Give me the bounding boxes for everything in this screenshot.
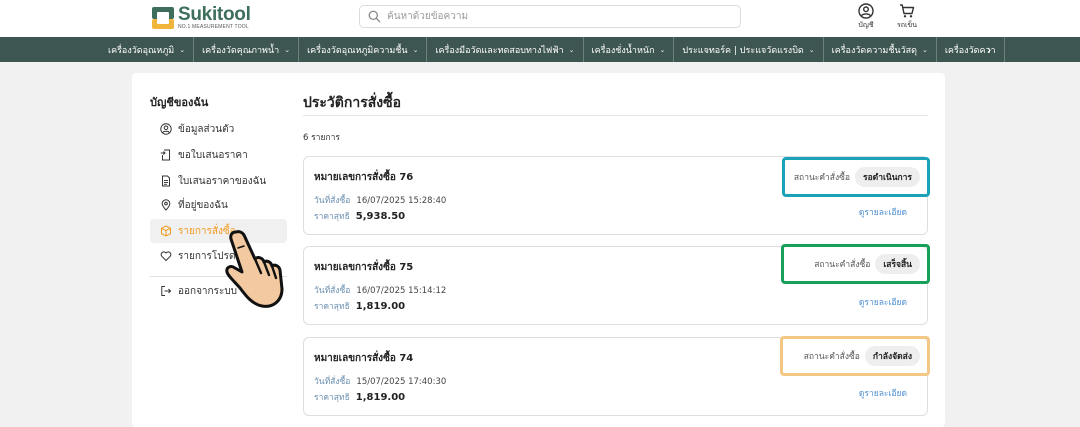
nav-item[interactable]: เครื่องวัดคุณภาพน้ำ ⌄ [194, 37, 300, 62]
order-number: หมายเลขการสั่งซื้อ 74 [314, 353, 414, 364]
account-label: บัญชี [858, 21, 874, 29]
status-label: สถานะคำสั่งซื้อ [793, 173, 851, 183]
sidebar-item-request-quote[interactable]: ขอใบเสนอราคา [150, 143, 287, 167]
brand-logo[interactable]: Sukitool NO.1 MEASUREMENT TOOL [152, 5, 251, 30]
status-badge: รอดำเนินการ [855, 167, 920, 187]
category-nav: เครื่องวัดอุณหภูมิ ⌄ เครื่องวัดคุณภาพน้ำ ⌄… [0, 37, 1080, 62]
order-date: วันที่สั่งซื้อ 15/07/2025 17:40:30 [314, 377, 447, 387]
logo-mark-icon [152, 6, 174, 29]
order-card: หมายเลขการสั่งซื้อ 75 วันที่สั่งซื้อ 16/0… [303, 244, 930, 325]
chevron-right-icon[interactable]: › [982, 37, 996, 62]
title-divider [303, 115, 928, 116]
nav-item[interactable]: เครื่องวัดอุณหภูมิ ⌄ [100, 37, 195, 62]
nav-item[interactable]: เครื่องชั่งน้ำหนัก ⌄ [584, 37, 675, 62]
user-circle-icon [160, 123, 172, 135]
sidebar-item-profile[interactable]: ข้อมูลส่วนตัว [150, 117, 287, 141]
order-price: ราคาสุทธิ 1,819.00 [314, 301, 406, 312]
sidebar-item-label: ที่อยู่ของฉัน [178, 199, 228, 211]
search-input[interactable] [387, 11, 727, 22]
search-icon [368, 10, 381, 23]
order-count: 6 รายการ [303, 133, 340, 143]
cart-icon [900, 4, 915, 18]
page-title: ประวัติการสั่งซื้อ [303, 95, 402, 111]
cart-button[interactable]: รถเข็น [892, 3, 922, 31]
sidebar-item-addresses[interactable]: ที่อยู่ของฉัน [150, 193, 287, 217]
order-number: หมายเลขการสั่งซื้อ 75 [314, 262, 414, 273]
account-button[interactable]: บัญชี [851, 3, 881, 31]
heart-icon [160, 251, 172, 261]
chevron-down-icon: ⌄ [921, 45, 928, 54]
pointing-hand-cursor-icon [225, 230, 284, 308]
view-details-link[interactable]: ดูรายละเอียด [859, 205, 907, 219]
status-highlight: สถานะคำสั่งซื้อ รอดำเนินการ [782, 157, 930, 197]
nav-item[interactable]: เครื่องมือวัดและทดสอบทางไฟฟ้า ⌄ [427, 37, 584, 62]
order-date: วันที่สั่งซื้อ 16/07/2025 15:14:12 [314, 286, 447, 296]
chevron-down-icon: ⌄ [179, 45, 186, 54]
sidebar-item-label: ข้อมูลส่วนตัว [178, 123, 235, 135]
sidebar-item-label: ขอใบเสนอราคา [178, 149, 248, 161]
status-label: สถานะคำสั่งซื้อ [803, 352, 860, 362]
nav-item[interactable]: เครื่องวัดอุณหภูมิความชื้น ⌄ [299, 37, 428, 62]
chevron-down-icon: ⌄ [568, 45, 575, 54]
status-highlight: สถานะคำสั่งซื้อ เสร็จสิ้น [781, 244, 930, 284]
nav-item[interactable]: ประแจทอร์ค | ประแจวัดแรงบิด ⌄ [674, 37, 824, 62]
logout-icon [161, 286, 172, 296]
site-header: Sukitool NO.1 MEASUREMENT TOOL บัญชี รถเ… [0, 0, 1080, 37]
view-details-link[interactable]: ดูรายละเอียด [859, 295, 907, 309]
status-highlight: สถานะคำสั่งซื้อ กำลังจัดส่ง [780, 336, 930, 376]
search-bar[interactable] [359, 5, 741, 28]
chevron-down-icon: ⌄ [659, 45, 666, 54]
cart-label: รถเข็น [897, 21, 917, 29]
status-label: สถานะคำสั่งซื้อ [814, 260, 871, 270]
brand-name: Sukitool [178, 4, 251, 25]
file-import-icon [160, 149, 170, 161]
user-circle-icon [858, 3, 874, 19]
sidebar-item-my-quotes[interactable]: ใบเสนอราคาของฉัน [150, 169, 287, 193]
chevron-down-icon: ⌄ [412, 45, 419, 54]
order-price: ราคาสุทธิ 5,938.50 [314, 211, 406, 222]
nav-item[interactable]: เครื่องวัดความชื้นวัสดุ ⌄ [824, 37, 937, 62]
document-icon [162, 175, 170, 187]
order-price: ราคาสุทธิ 1,819.00 [314, 392, 406, 403]
brand-tagline: NO.1 MEASUREMENT TOOL [178, 24, 249, 30]
order-card: หมายเลขการสั่งซื้อ 76 วันที่สั่งซื้อ 16/0… [303, 156, 930, 235]
order-number: หมายเลขการสั่งซื้อ 76 [314, 172, 414, 183]
sidebar-title: บัญชีของฉัน [150, 96, 209, 109]
location-pin-icon [161, 199, 171, 211]
box-icon [161, 225, 171, 237]
order-date: วันที่สั่งซื้อ 16/07/2025 15:28:40 [314, 196, 447, 206]
chevron-down-icon: ⌄ [284, 45, 291, 54]
status-badge: กำลังจัดส่ง [864, 346, 920, 366]
chevron-down-icon: ⌄ [808, 45, 815, 54]
view-details-link[interactable]: ดูรายละเอียด [859, 386, 907, 400]
status-badge: เสร็จสิ้น [875, 254, 920, 274]
sidebar-item-label: ใบเสนอราคาของฉัน [178, 175, 267, 187]
order-card: หมายเลขการสั่งซื้อ 74 วันที่สั่งซื้อ 15/0… [303, 336, 930, 416]
